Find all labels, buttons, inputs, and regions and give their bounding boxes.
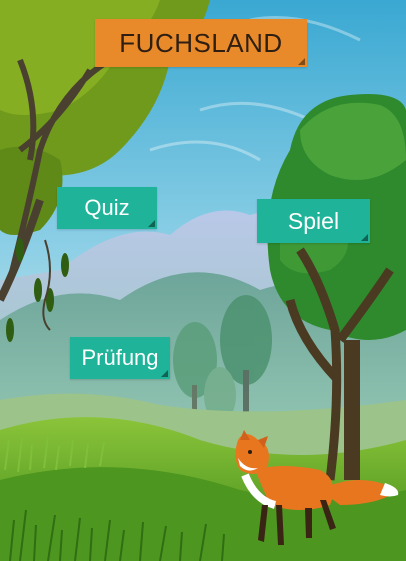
title-banner: FUCHSLAND — [95, 19, 307, 67]
quiz-button-label: Quiz — [84, 195, 130, 220]
title-text: FUCHSLAND — [119, 27, 283, 58]
pruefung-button-label: Prüfung — [81, 345, 159, 370]
spiel-button-label: Spiel — [287, 207, 340, 234]
quiz-button[interactable]: Quiz — [57, 187, 157, 229]
spiel-button[interactable]: Spiel — [257, 199, 370, 243]
game-scene: FUCHSLAND Quiz Spiel Prüfung — [0, 0, 406, 561]
resize-handle-icon — [361, 234, 368, 241]
forest-background — [0, 0, 406, 561]
resize-handle-icon — [148, 220, 155, 227]
resize-handle-icon — [161, 370, 168, 377]
resize-handle-icon — [298, 58, 305, 65]
pruefung-button[interactable]: Prüfung — [70, 337, 170, 379]
